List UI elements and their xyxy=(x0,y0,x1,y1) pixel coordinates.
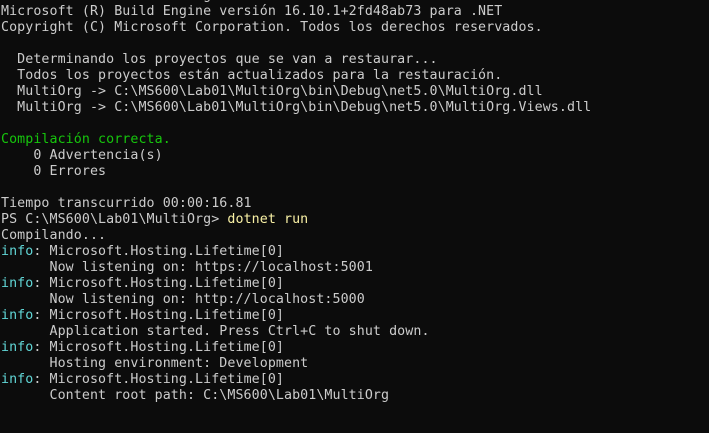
command-text: dotnet run xyxy=(227,212,309,227)
log-level: info xyxy=(1,340,34,355)
prompt-path: PS C:\MS600\Lab01\MultiOrg> xyxy=(1,0,227,3)
output-text: MultiOrg -> C:\MS600\Lab01\MultiOrg\bin\… xyxy=(1,84,543,99)
output-line: Now listening on: https://localhost:5001 xyxy=(1,260,591,276)
output-text: MultiOrg -> C:\MS600\Lab01\MultiOrg\bin\… xyxy=(1,100,592,115)
output-text: Compilando... xyxy=(1,228,107,243)
log-line: info: Microsoft.Hosting.Lifetime[0] xyxy=(1,308,591,324)
log-category: : Microsoft.Hosting.Lifetime[0] xyxy=(33,372,284,387)
build-status: Compilación correcta. xyxy=(1,132,171,147)
output-text: Hosting environment: Development xyxy=(1,356,309,371)
output-text: Determinando los proyectos que se van a … xyxy=(1,52,438,67)
log-level: info xyxy=(1,372,34,387)
log-level: info xyxy=(1,244,34,259)
output-text: Content root path: C:\MS600\Lab01\MultiO… xyxy=(1,388,390,403)
output-text: Now listening on: https://localhost:5001 xyxy=(1,260,373,275)
output-line: Application started. Press Ctrl+C to shu… xyxy=(1,324,591,340)
output-text: Application started. Press Ctrl+C to shu… xyxy=(1,324,430,339)
output-line: 0 Advertencia(s) xyxy=(1,148,591,164)
output-text: Copyright (C) Microsoft Corporation. Tod… xyxy=(1,20,543,35)
output-line: Determinando los proyectos que se van a … xyxy=(1,52,591,68)
output-text: Tiempo transcurrido 00:00:16.81 xyxy=(1,196,252,211)
build-success-line: Compilación correcta. xyxy=(1,132,591,148)
log-level: info xyxy=(1,308,34,323)
output-line: 0 Errores xyxy=(1,164,591,180)
output-line: Content root path: C:\MS600\Lab01\MultiO… xyxy=(1,388,591,404)
output-line: MultiOrg -> C:\MS600\Lab01\MultiOrg\bin\… xyxy=(1,100,591,116)
log-line: info: Microsoft.Hosting.Lifetime[0] xyxy=(1,372,591,388)
output-text: Microsoft (R) Build Engine versión 16.10… xyxy=(1,4,503,19)
command-text: dotnet build xyxy=(227,0,324,3)
terminal-window[interactable]: PS C:\MS600\Lab01\MultiOrg> dotnet build… xyxy=(0,0,709,433)
output-text: 0 Advertencia(s) xyxy=(1,148,163,163)
output-line: Copyright (C) Microsoft Corporation. Tod… xyxy=(1,20,591,36)
prompt-line: PS C:\MS600\Lab01\MultiOrg> dotnet run xyxy=(1,212,591,228)
terminal-output: PS C:\MS600\Lab01\MultiOrg> dotnet build… xyxy=(1,0,591,404)
output-line: Now listening on: http://localhost:5000 xyxy=(1,292,591,308)
log-line: info: Microsoft.Hosting.Lifetime[0] xyxy=(1,276,591,292)
output-line: Compilando... xyxy=(1,228,591,244)
log-line: info: Microsoft.Hosting.Lifetime[0] xyxy=(1,340,591,356)
prompt-path: PS C:\MS600\Lab01\MultiOrg> xyxy=(1,212,228,227)
log-line: info: Microsoft.Hosting.Lifetime[0] xyxy=(1,244,591,260)
output-line: MultiOrg -> C:\MS600\Lab01\MultiOrg\bin\… xyxy=(1,84,591,100)
output-line: Todos los proyectos están actualizados p… xyxy=(1,68,591,84)
output-line: Tiempo transcurrido 00:00:16.81 xyxy=(1,196,591,212)
log-category: : Microsoft.Hosting.Lifetime[0] xyxy=(33,244,284,259)
output-text: Todos los proyectos están actualizados p… xyxy=(1,68,503,83)
log-category: : Microsoft.Hosting.Lifetime[0] xyxy=(33,340,284,355)
log-category: : Microsoft.Hosting.Lifetime[0] xyxy=(33,276,284,291)
output-text: 0 Errores xyxy=(1,164,107,179)
output-line: Hosting environment: Development xyxy=(1,356,591,372)
output-line: Microsoft (R) Build Engine versión 16.10… xyxy=(1,4,591,20)
output-text: Now listening on: http://localhost:5000 xyxy=(1,292,365,307)
log-category: : Microsoft.Hosting.Lifetime[0] xyxy=(33,308,284,323)
log-level: info xyxy=(1,276,34,291)
